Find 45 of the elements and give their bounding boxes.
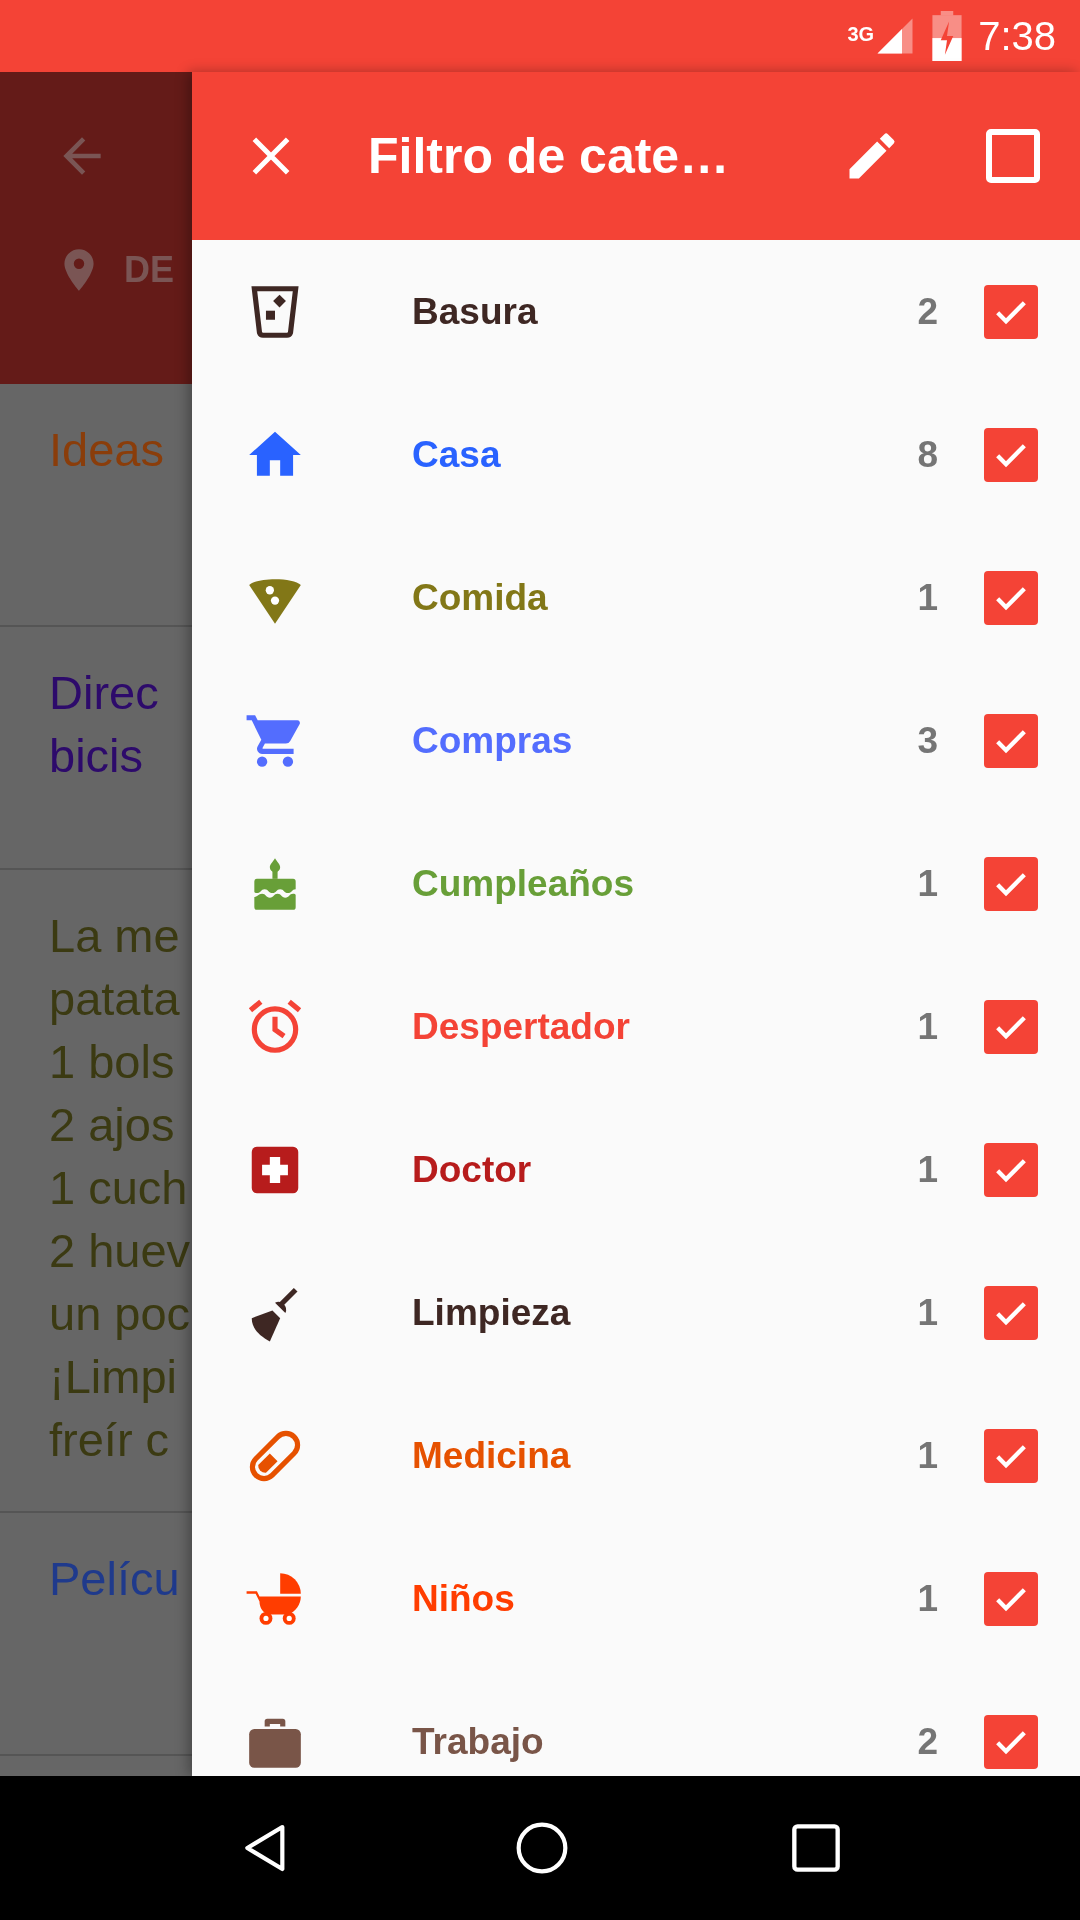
category-name[interactable]: Compras	[412, 712, 573, 769]
checkbox[interactable]	[984, 1571, 1038, 1626]
category-name[interactable]: Limpieza	[412, 1284, 571, 1341]
category-count: 1	[917, 1290, 938, 1335]
recents-icon[interactable]	[790, 1822, 842, 1874]
category-name[interactable]: Basura	[412, 283, 538, 340]
category-name[interactable]: Medicina	[412, 1427, 571, 1484]
network-label: 3G	[847, 22, 875, 47]
category-count: 8	[917, 432, 938, 477]
category-count: 1	[917, 575, 938, 620]
checkbox[interactable]	[984, 1714, 1038, 1769]
note-text: Ideas	[49, 422, 165, 478]
category-name[interactable]: Cumpleaños	[412, 855, 635, 912]
category-name[interactable]: Doctor	[412, 1141, 532, 1198]
category-name[interactable]: Despertador	[412, 998, 630, 1055]
checkbox[interactable]	[984, 427, 1038, 482]
category-count: 2	[917, 1719, 938, 1764]
category-count: 1	[917, 1576, 938, 1621]
checkbox[interactable]	[984, 1142, 1038, 1197]
note-text: Direc bicis	[49, 665, 160, 784]
checkbox[interactable]	[984, 284, 1038, 339]
checkbox[interactable]	[984, 570, 1038, 625]
checkbox[interactable]	[984, 856, 1038, 911]
select-all-checkbox[interactable]	[986, 129, 1040, 183]
category-name[interactable]: Casa	[412, 426, 501, 483]
checkbox[interactable]	[984, 713, 1038, 768]
category-name[interactable]: Niños	[412, 1570, 515, 1627]
category-count: 1	[917, 1004, 938, 1049]
note-text: Pelícu	[49, 1551, 181, 1607]
clock: 7:38	[978, 13, 1056, 60]
category-name[interactable]: Comida	[412, 569, 548, 626]
category-count: 1	[917, 1147, 938, 1192]
checkbox[interactable]	[984, 999, 1038, 1054]
category-count: 1	[917, 861, 938, 906]
category-count: 1	[917, 1433, 938, 1478]
home-circle-icon[interactable]	[514, 1820, 570, 1876]
category-count: 2	[917, 289, 938, 334]
category-name[interactable]: Trabajo	[412, 1713, 544, 1770]
drawer-title: Filtro de cate…	[368, 126, 730, 186]
checkbox[interactable]	[984, 1285, 1038, 1340]
battery-icon	[932, 11, 963, 61]
category-count: 3	[917, 718, 938, 763]
note-text: La me patata 1 bols 2 ajos 1 cuch 2 huev un poc ¡Limpi freír c	[49, 908, 192, 1468]
location-label: DE	[124, 248, 174, 292]
checkbox[interactable]	[984, 1428, 1038, 1483]
